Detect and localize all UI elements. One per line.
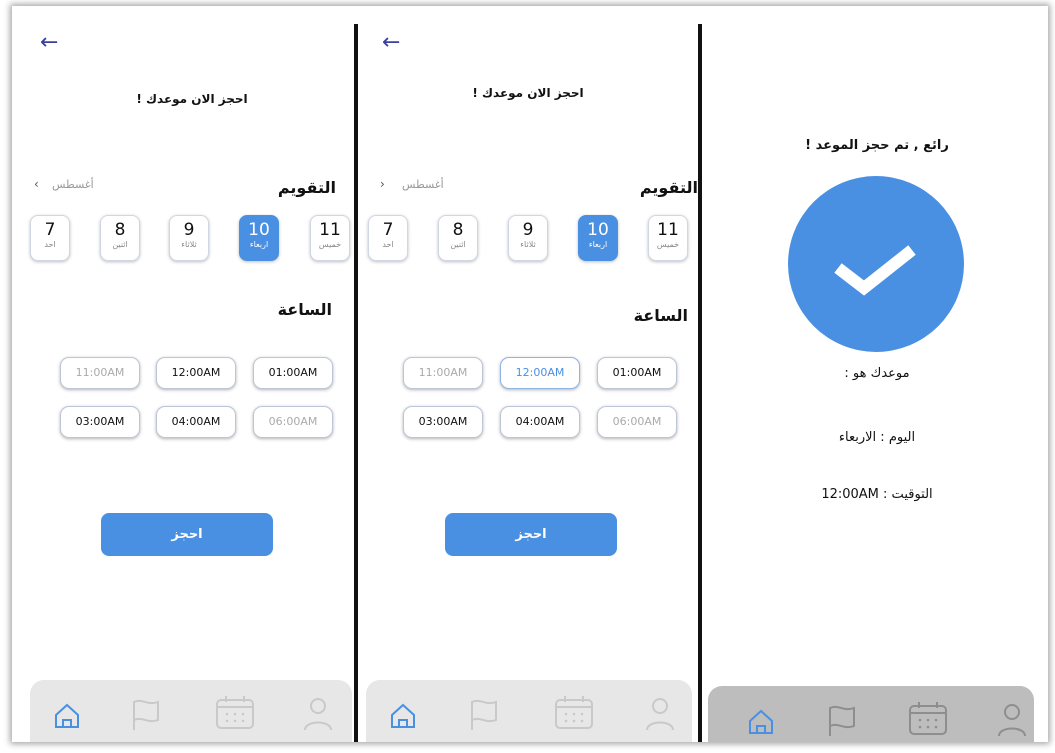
time-slot-1100[interactable]: 11:00AM: [403, 357, 483, 389]
day-tuesday[interactable]: 9 ثلاثاء: [169, 215, 209, 261]
bottom-nav: [366, 680, 692, 742]
day-wednesday[interactable]: 10 اربعاء: [239, 215, 279, 261]
day-thursday[interactable]: 11 خميس: [648, 215, 688, 261]
day-label: اربعاء: [249, 240, 269, 249]
day-label: اثنين: [112, 240, 128, 249]
day-number: 8: [452, 220, 464, 240]
booking-screen-1: ← احجز الان موعدك ! التقويم أغسطس ‹ 11 خ…: [12, 6, 354, 742]
appointment-day: اليوم : الاربعاء: [838, 430, 916, 445]
flag-icon[interactable]: [130, 698, 162, 732]
day-number: 9: [183, 220, 195, 240]
checkmark-icon: [834, 245, 916, 296]
day-number: 11: [319, 220, 341, 240]
time-slot-1100[interactable]: 11:00AM: [60, 357, 140, 389]
day-number: 7: [44, 220, 56, 240]
day-number: 11: [657, 220, 679, 240]
day-number: 10: [587, 220, 609, 240]
calendar-icon[interactable]: [908, 700, 948, 736]
book-button[interactable]: احجز: [101, 513, 273, 556]
time-slot-0300[interactable]: 03:00AM: [403, 406, 483, 438]
month-chevron-icon[interactable]: ›: [380, 177, 385, 191]
time-slot-0300[interactable]: 03:00AM: [60, 406, 140, 438]
day-label: احد: [382, 240, 394, 249]
time-slot-0100[interactable]: 01:00AM: [597, 357, 677, 389]
time-slot-0400[interactable]: 04:00AM: [156, 406, 236, 438]
day-label: احد: [44, 240, 56, 249]
home-icon[interactable]: [52, 700, 82, 730]
calendar-icon[interactable]: [554, 694, 594, 730]
day-thursday[interactable]: 11 خميس: [310, 215, 350, 261]
day-monday[interactable]: 8 اثنين: [438, 215, 478, 261]
time-heading: الساعة: [633, 306, 688, 325]
back-arrow-icon[interactable]: ←: [40, 32, 58, 54]
day-number: 10: [248, 220, 270, 240]
page-title: احجز الان موعدك !: [472, 86, 584, 100]
appointment-time: التوقيت : 12:00AM: [821, 487, 933, 502]
home-icon[interactable]: [388, 700, 418, 730]
day-label: اربعاء: [588, 240, 608, 249]
day-label: ثلاثاء: [181, 240, 197, 249]
month-label[interactable]: أغسطس: [402, 178, 444, 191]
day-label: اثنين: [450, 240, 466, 249]
day-tuesday[interactable]: 9 ثلاثاء: [508, 215, 548, 261]
user-icon[interactable]: [644, 696, 676, 732]
user-icon[interactable]: [996, 702, 1028, 738]
flag-icon[interactable]: [826, 704, 858, 738]
time-slot-1200[interactable]: 12:00AM: [500, 357, 580, 389]
success-circle: [788, 176, 964, 352]
month-label[interactable]: أغسطس: [52, 178, 94, 191]
day-number: 8: [114, 220, 126, 240]
bottom-nav: [30, 680, 352, 742]
calendar-heading: التقويم: [639, 178, 698, 197]
day-monday[interactable]: 8 اثنين: [100, 215, 140, 261]
day-label: خميس: [318, 240, 342, 249]
home-icon[interactable]: [746, 706, 776, 736]
booking-screen-2: ← احجز الان موعدك ! التقويم أغسطس › 11 خ…: [358, 6, 698, 742]
appointment-label: موعدك هو :: [844, 366, 910, 381]
time-slot-0400[interactable]: 04:00AM: [500, 406, 580, 438]
time-slot-0600[interactable]: 06:00AM: [253, 406, 333, 438]
time-slot-0600[interactable]: 06:00AM: [597, 406, 677, 438]
month-chevron-icon[interactable]: ‹: [34, 177, 39, 191]
time-slot-0100[interactable]: 01:00AM: [253, 357, 333, 389]
day-sunday[interactable]: 7 احد: [30, 215, 70, 261]
day-label: ثلاثاء: [520, 240, 536, 249]
day-wednesday[interactable]: 10 اربعاء: [578, 215, 618, 261]
day-number: 7: [382, 220, 394, 240]
day-label: خميس: [656, 240, 680, 249]
page-title: احجز الان موعدك !: [136, 92, 248, 106]
bottom-nav: [708, 686, 1034, 742]
time-heading: الساعة: [277, 300, 332, 319]
book-button[interactable]: احجز: [445, 513, 617, 556]
confirmation-title: رائع , تم حجز الموعد !: [805, 138, 949, 153]
confirmation-screen: رائع , تم حجز الموعد ! موعدك هو : اليوم …: [702, 6, 1048, 742]
time-slot-1200[interactable]: 12:00AM: [156, 357, 236, 389]
day-sunday[interactable]: 7 احد: [368, 215, 408, 261]
day-number: 9: [522, 220, 534, 240]
screenshot-frame: ← احجز الان موعدك ! التقويم أغسطس ‹ 11 خ…: [12, 6, 1048, 742]
calendar-heading: التقويم: [277, 178, 336, 197]
flag-icon[interactable]: [468, 698, 500, 732]
back-arrow-icon[interactable]: ←: [382, 32, 400, 54]
calendar-icon[interactable]: [215, 694, 255, 730]
user-icon[interactable]: [302, 696, 334, 732]
